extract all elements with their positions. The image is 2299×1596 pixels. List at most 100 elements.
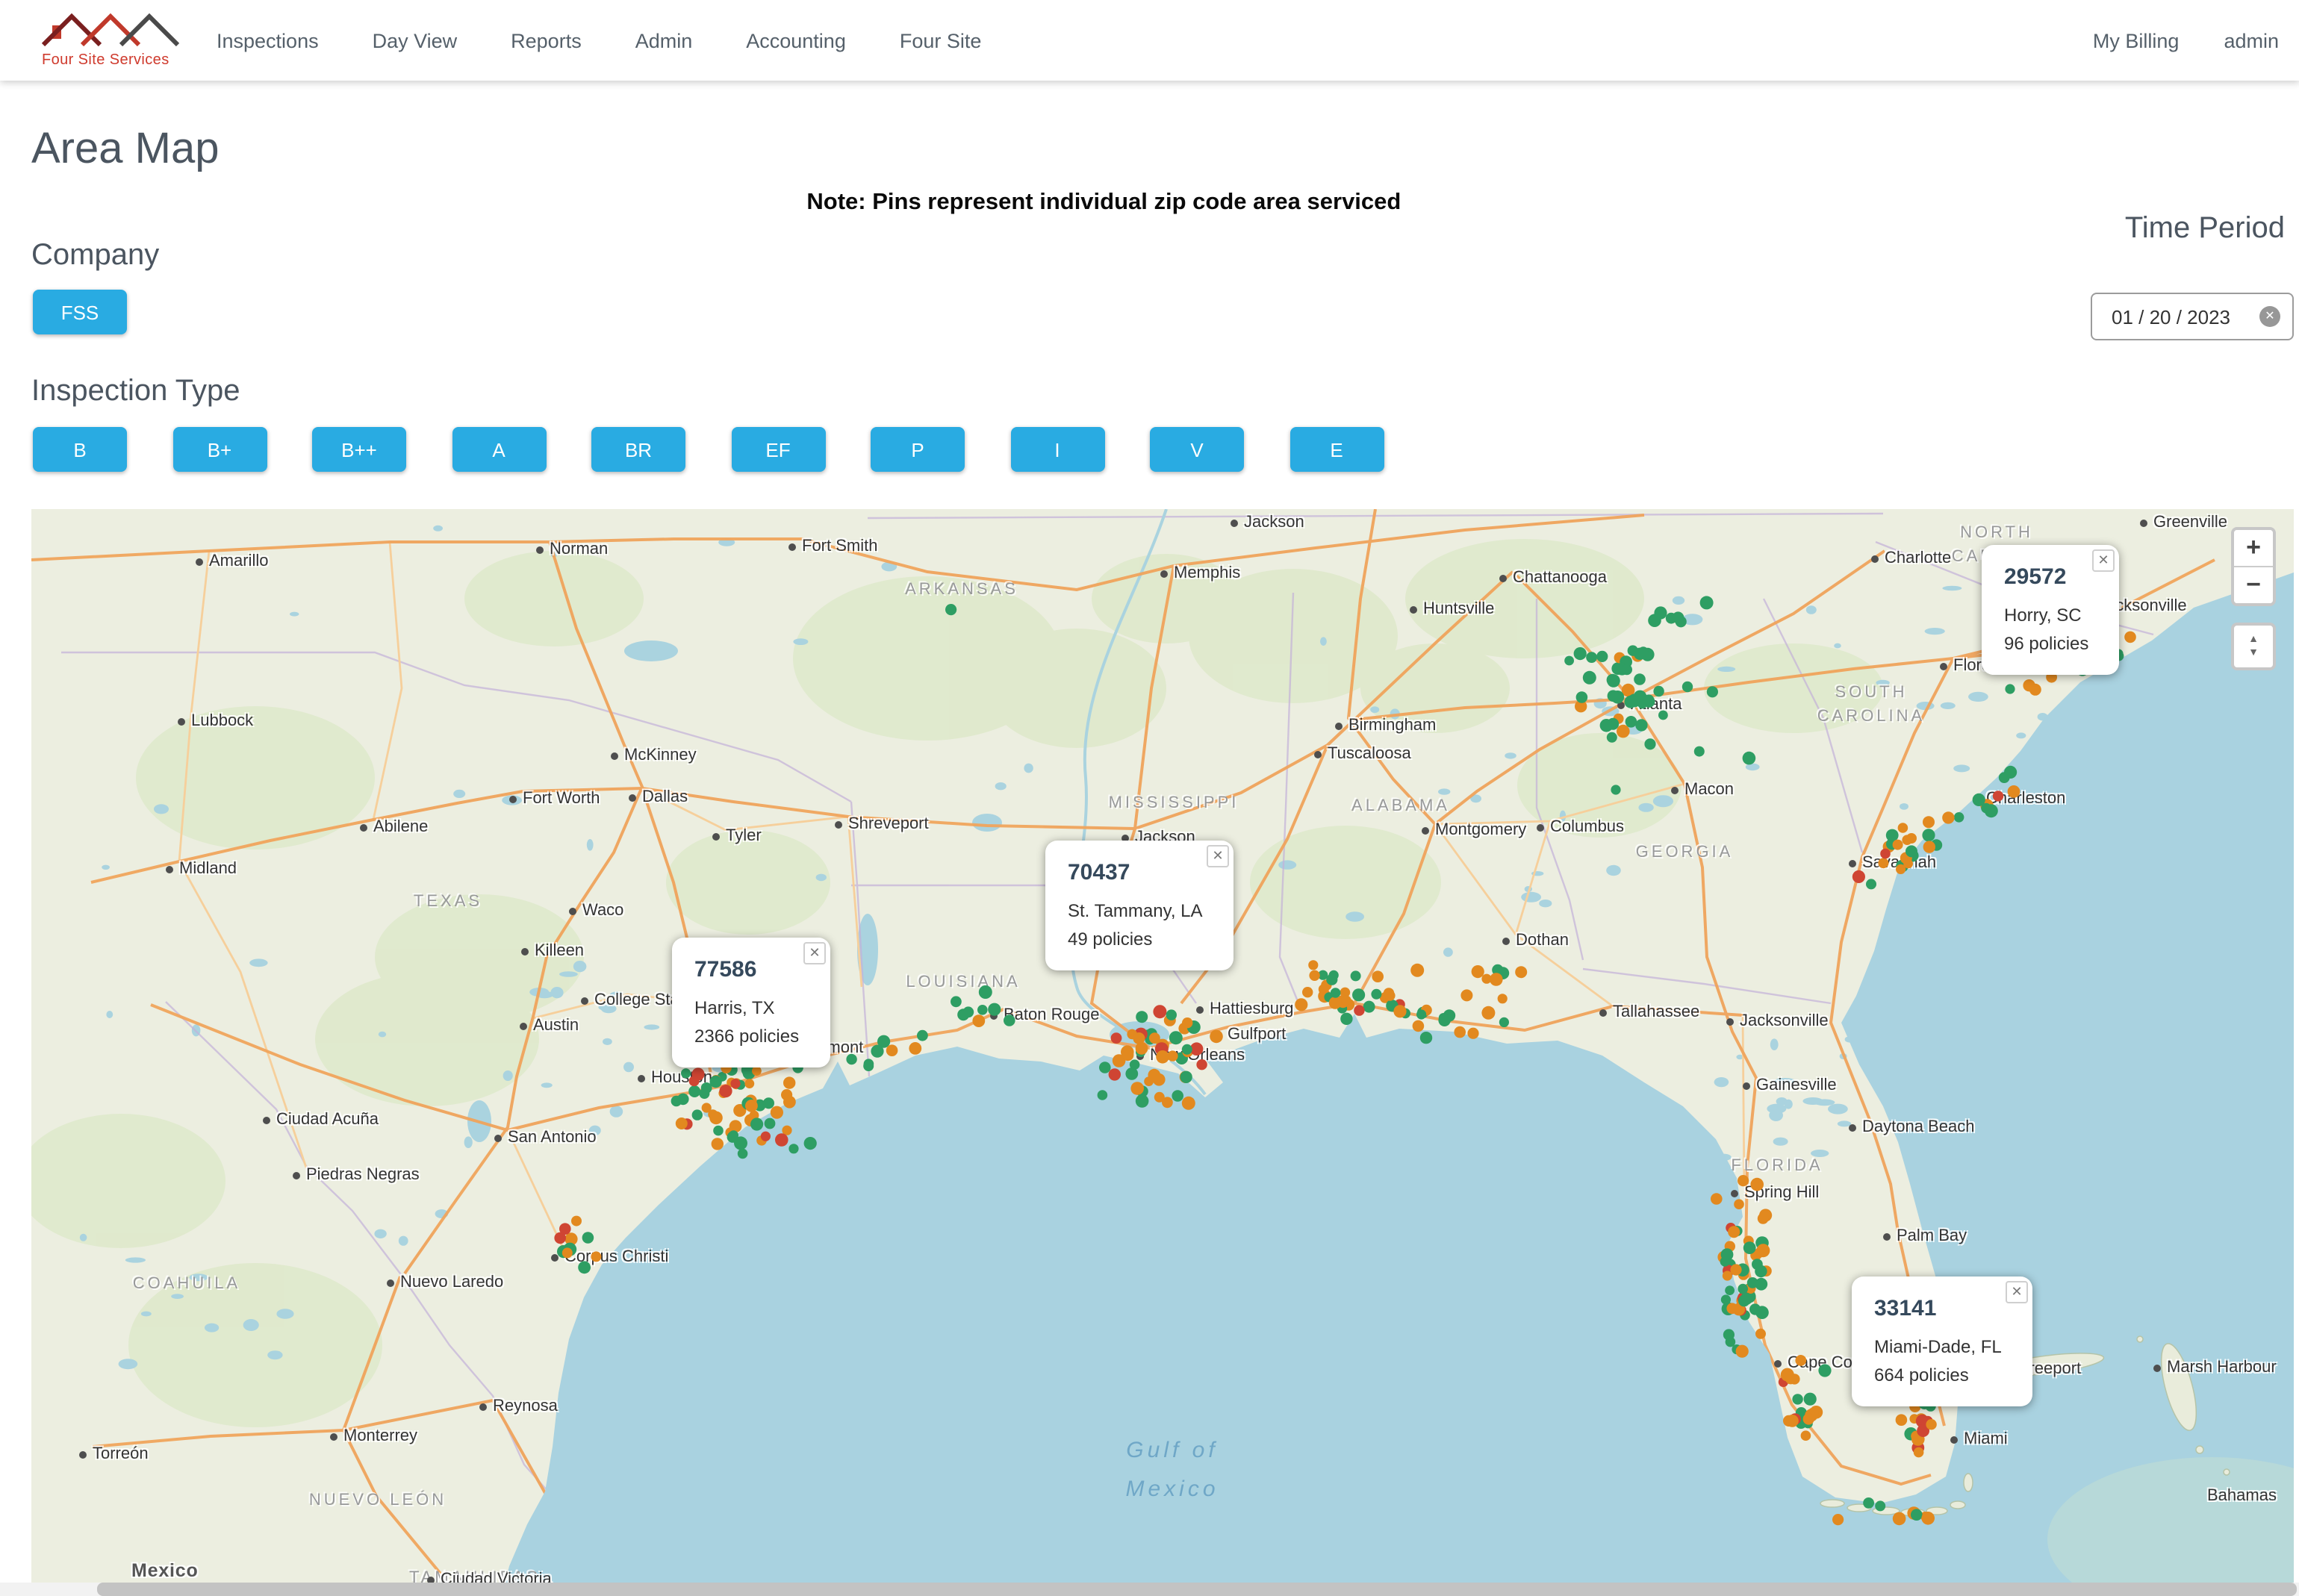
zip-pin-tampa-bay[interactable] (1711, 1193, 1723, 1205)
zip-pin-sc-ga-coast[interactable] (1954, 812, 1964, 823)
nav-item-admin[interactable]: Admin (635, 29, 693, 52)
zip-pin-florida-panhandle[interactable] (1472, 965, 1484, 978)
zip-pin-atlanta[interactable] (1607, 732, 1617, 743)
zip-pin-florida-keys[interactable] (1893, 1512, 1906, 1526)
zip-pin-new-orleans[interactable] (1180, 1071, 1192, 1083)
zip-pin-sc-ga-coast[interactable] (1942, 811, 1954, 823)
zip-pin-pensacola-coast[interactable] (1413, 1020, 1425, 1032)
zip-pin-cape-coral[interactable] (1792, 1394, 1802, 1404)
zip-pin-houston[interactable] (729, 1120, 742, 1132)
zip-pin-corpus-christi[interactable] (582, 1232, 594, 1244)
zip-pin-sc-ga-coast[interactable] (1898, 823, 1908, 833)
inspection-type-v[interactable]: V (1150, 427, 1244, 472)
zip-pin-north-georgia-scatter[interactable] (1707, 686, 1718, 697)
zip-pin-mississippi-coast[interactable] (1326, 974, 1337, 985)
zip-pin-baton-rouge[interactable] (988, 1003, 1001, 1016)
inspection-type-b[interactable]: B++ (312, 427, 406, 472)
zip-pin-tampa-bay[interactable] (1749, 1303, 1761, 1315)
zip-pin-sc-ga-coast[interactable] (1993, 791, 2003, 801)
zip-pin-new-orleans[interactable] (1136, 1094, 1149, 1108)
zip-pin-florida-panhandle[interactable] (1460, 989, 1472, 1001)
zip-pin-north-georgia-scatter[interactable] (1611, 785, 1620, 794)
zip-pin-corpus-christi[interactable] (571, 1216, 582, 1226)
popup-close-icon[interactable]: ✕ (803, 942, 826, 964)
zip-pin-houston[interactable] (744, 1079, 754, 1088)
zip-pin-houston[interactable] (719, 1085, 732, 1097)
zip-pin-houston[interactable] (752, 1066, 762, 1076)
zip-pin-tampa-bay[interactable] (1723, 1271, 1732, 1280)
inspection-type-a[interactable]: A (452, 427, 546, 472)
zip-pin-miami[interactable] (1914, 1447, 1924, 1458)
popup-close-icon[interactable]: ✕ (2092, 549, 2115, 572)
zip-pin-mississippi-coast[interactable] (1308, 960, 1318, 970)
zip-pin-atlanta[interactable] (1622, 664, 1632, 675)
zip-pin-mississippi-coast[interactable] (1302, 987, 1313, 997)
zip-pin-new-orleans[interactable] (1169, 1031, 1183, 1044)
nav-item-my-billing[interactable]: My Billing (2093, 29, 2180, 52)
zip-pin-mississippi-coast[interactable] (1410, 964, 1424, 977)
zip-pin-atlanta[interactable] (1600, 719, 1614, 732)
zip-pin-sc-ga-coast[interactable] (1985, 804, 1998, 817)
inspection-type-i[interactable]: I (1010, 427, 1104, 472)
zip-pin-houston[interactable] (677, 1094, 689, 1106)
zip-pin-pensacola-coast[interactable] (1467, 1028, 1478, 1039)
zip-pin-tampa-bay[interactable] (1721, 1294, 1731, 1304)
zip-pin-atlanta[interactable] (1653, 686, 1664, 696)
zip-pin-houston[interactable] (709, 1076, 721, 1088)
zip-pin-mississippi-coast[interactable] (1340, 1013, 1352, 1025)
zip-pin-new-orleans[interactable] (1130, 1082, 1144, 1095)
zip-pin-florida-panhandle[interactable] (1498, 994, 1508, 1003)
zip-pin-new-orleans[interactable] (1136, 1042, 1148, 1055)
zip-pin-sc-ga-coast[interactable] (1866, 879, 1876, 889)
zip-pin-mississippi-coast[interactable] (1329, 997, 1342, 1009)
zip-pin-new-orleans[interactable] (1210, 1030, 1223, 1044)
zip-pin-tampa-bay[interactable] (1723, 1329, 1735, 1340)
zip-pin-florida-keys[interactable] (1921, 1512, 1935, 1525)
zip-pin-atlanta[interactable] (1596, 651, 1608, 662)
zip-pin-baton-rouge[interactable] (957, 1009, 969, 1020)
zip-pin-corpus-christi[interactable] (591, 1251, 601, 1262)
zip-pin-corpus-christi[interactable] (578, 1261, 591, 1274)
nav-item-accounting[interactable]: Accounting (746, 29, 846, 52)
zoom-in-button[interactable]: + (2234, 530, 2273, 566)
time-period-input[interactable]: 01 / 20 / 2023 ✕ (2091, 293, 2294, 340)
zip-pin-atlanta-north[interactable] (1648, 614, 1661, 627)
zoom-out-button[interactable]: − (2234, 566, 2273, 603)
zip-pin-houston[interactable] (765, 1118, 776, 1129)
clear-date-icon[interactable]: ✕ (2259, 306, 2280, 327)
zip-pin-pensacola-coast[interactable] (1439, 1013, 1449, 1023)
zip-pin-tampa-bay[interactable] (1736, 1345, 1749, 1358)
zip-pin-atlanta[interactable] (1607, 674, 1620, 688)
scrollbar-thumb[interactable] (97, 1583, 2297, 1596)
zip-pin-new-orleans[interactable] (1099, 1062, 1111, 1073)
zip-pin-baton-rouge[interactable] (977, 1005, 988, 1015)
zip-pin-myrtle-beach-coast[interactable] (2124, 632, 2136, 643)
zip-pin-north-georgia-scatter[interactable] (1743, 752, 1756, 765)
zip-pin-sc-ga-coast[interactable] (2008, 785, 2020, 798)
zip-pin-tampa-bay[interactable] (1725, 1285, 1735, 1295)
zip-pin-sc-ga-coast[interactable] (1923, 841, 1935, 852)
zip-pin-new-orleans[interactable] (1172, 1090, 1183, 1102)
zip-pin-tampa-bay[interactable] (1738, 1175, 1749, 1186)
zip-pin-arkansas-single[interactable] (945, 604, 956, 615)
zip-pin-houston[interactable] (771, 1106, 783, 1119)
zip-pin-sc-ga-coast[interactable] (1896, 864, 1906, 874)
zip-pin-cape-coral[interactable] (1803, 1413, 1814, 1424)
zip-pin-corpus-christi[interactable] (559, 1223, 571, 1235)
zip-pin-florida-keys[interactable] (1911, 1509, 1923, 1521)
brand-logo[interactable]: Four Site Services (42, 7, 191, 69)
zip-pin-houston[interactable] (676, 1117, 688, 1129)
zip-pin-tampa-bay[interactable] (1734, 1199, 1744, 1209)
zip-pin-east-texas-coast[interactable] (864, 1059, 874, 1069)
zip-pin-mississippi-coast[interactable] (1341, 995, 1351, 1005)
zip-pin-tampa-bay[interactable] (1728, 1226, 1740, 1238)
zip-pin-houston[interactable] (709, 1112, 723, 1125)
zip-pin-houston[interactable] (745, 1100, 758, 1112)
nav-item-reports[interactable]: Reports (511, 29, 582, 52)
zip-pin-atlanta[interactable] (1628, 693, 1641, 707)
zip-pin-east-texas-coast[interactable] (917, 1030, 928, 1041)
zip-pin-miami[interactable] (1896, 1414, 1908, 1426)
zip-pin-savannah-red[interactable] (1880, 849, 1891, 859)
zip-pin-sc-ga-coast[interactable] (1878, 858, 1888, 868)
zip-pin-cape-coral[interactable] (1804, 1393, 1817, 1406)
